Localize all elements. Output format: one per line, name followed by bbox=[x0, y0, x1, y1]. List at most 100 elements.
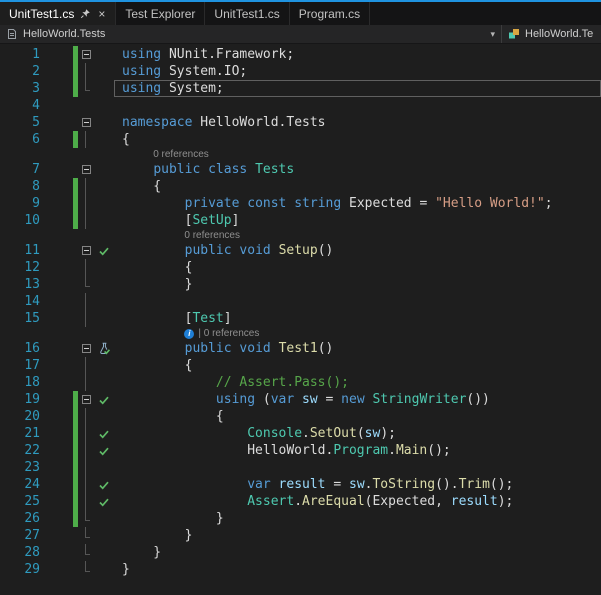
test-status-margin[interactable] bbox=[94, 340, 114, 357]
type-dropdown-label: HelloWorld.Te bbox=[525, 28, 594, 40]
code-text[interactable] bbox=[114, 293, 601, 310]
collapse-icon[interactable] bbox=[81, 344, 91, 353]
change-margin bbox=[44, 131, 78, 148]
outline-margin[interactable] bbox=[78, 114, 94, 131]
code-text[interactable]: } bbox=[114, 276, 601, 293]
code-text[interactable]: using System.IO; bbox=[114, 63, 601, 80]
codelens[interactable]: i | 0 references bbox=[0, 327, 601, 340]
close-icon[interactable]: × bbox=[97, 8, 106, 20]
code-text[interactable]: // Assert.Pass(); bbox=[114, 374, 601, 391]
type-dropdown[interactable]: HelloWorld.Te bbox=[502, 25, 601, 43]
collapse-icon[interactable] bbox=[81, 395, 91, 404]
test-status-margin[interactable] bbox=[94, 391, 114, 408]
test-passed-icon[interactable] bbox=[98, 479, 110, 491]
token: sw bbox=[364, 426, 381, 441]
tab-program-cs[interactable]: Program.cs bbox=[290, 2, 371, 25]
test-passed-icon[interactable] bbox=[98, 428, 110, 440]
tab-unittest1-cs[interactable]: UnitTest1.cs bbox=[205, 2, 290, 25]
code-text[interactable]: Console.SetOut(sw); bbox=[114, 425, 601, 442]
code-text[interactable]: [SetUp] bbox=[114, 212, 601, 229]
outline-margin[interactable] bbox=[78, 340, 94, 357]
code-text[interactable]: { bbox=[114, 131, 601, 148]
test-status-margin[interactable] bbox=[94, 425, 114, 442]
code-text[interactable]: { bbox=[114, 357, 601, 374]
tab-unittest1-cs[interactable]: UnitTest1.cs × bbox=[0, 2, 117, 25]
token: } bbox=[122, 511, 224, 526]
test-passed-icon[interactable] bbox=[98, 245, 110, 257]
test-passed-icon[interactable] bbox=[98, 394, 110, 406]
project-dropdown[interactable]: HelloWorld.Tests ▾ bbox=[0, 25, 501, 43]
code-text[interactable]: namespace HelloWorld.Tests bbox=[114, 114, 601, 131]
code-text[interactable] bbox=[114, 459, 601, 476]
test-status-margin[interactable] bbox=[94, 476, 114, 493]
token: ToString bbox=[372, 477, 436, 492]
codelens[interactable]: 0 references bbox=[0, 229, 601, 242]
line-number: 2 bbox=[32, 64, 40, 79]
code-text[interactable]: var result = sw.ToString().Trim(); bbox=[114, 476, 601, 493]
change-margin bbox=[44, 97, 78, 114]
token: public bbox=[153, 162, 201, 177]
pin-icon[interactable] bbox=[80, 8, 91, 19]
code-text[interactable]: HelloWorld.Program.Main(); bbox=[114, 442, 601, 459]
test-passed-icon[interactable] bbox=[98, 496, 110, 508]
outline-margin bbox=[78, 459, 94, 476]
code-text[interactable]: using System; bbox=[114, 80, 601, 97]
code-text[interactable]: { bbox=[114, 178, 601, 195]
collapse-icon[interactable] bbox=[81, 246, 91, 255]
collapse-icon[interactable] bbox=[81, 50, 91, 59]
code-line: 12 { bbox=[0, 259, 601, 276]
change-margin bbox=[44, 357, 78, 374]
outline-margin[interactable] bbox=[78, 391, 94, 408]
test-passed-icon[interactable] bbox=[98, 445, 110, 457]
codelens[interactable]: 0 references bbox=[0, 148, 601, 161]
test-status-margin[interactable] bbox=[94, 242, 114, 259]
change-margin bbox=[44, 310, 78, 327]
code-text[interactable]: using (var sw = new StringWriter()) bbox=[114, 391, 601, 408]
code-text[interactable] bbox=[114, 97, 601, 114]
outline-margin[interactable] bbox=[78, 161, 94, 178]
test-status-margin[interactable] bbox=[94, 442, 114, 459]
collapse-icon[interactable] bbox=[81, 118, 91, 127]
outline-margin bbox=[78, 510, 94, 527]
outline-guide-end bbox=[85, 544, 90, 555]
code-text[interactable]: } bbox=[114, 544, 601, 561]
code-text[interactable]: public void Test1() bbox=[114, 340, 601, 357]
tab-test-explorer[interactable]: Test Explorer bbox=[116, 2, 206, 25]
token: ( bbox=[356, 426, 365, 441]
code-text[interactable]: { bbox=[114, 259, 601, 276]
test-beaker-icon[interactable] bbox=[98, 342, 111, 355]
outline-margin bbox=[78, 493, 94, 510]
code-text[interactable]: public void Setup() bbox=[114, 242, 601, 259]
code-line: 3 using System; bbox=[0, 80, 601, 97]
code-text[interactable]: public class Tests bbox=[114, 161, 601, 178]
token: using bbox=[122, 81, 162, 96]
code-text[interactable]: } bbox=[114, 527, 601, 544]
test-status-margin bbox=[94, 276, 114, 293]
test-status-margin[interactable] bbox=[94, 493, 114, 510]
code-text[interactable]: [Test] bbox=[114, 310, 601, 327]
code-text[interactable]: } bbox=[114, 510, 601, 527]
test-status-margin bbox=[94, 459, 114, 476]
outline-guide bbox=[85, 63, 86, 80]
code-text[interactable]: private const string Expected = "Hello W… bbox=[114, 195, 601, 212]
chevron-down-icon[interactable]: ▾ bbox=[490, 29, 495, 40]
token: NUnit.Framework; bbox=[161, 47, 295, 62]
code-line: 25 Assert.AreEqual(Expected, result); bbox=[0, 493, 601, 510]
code-text[interactable]: using NUnit.Framework; bbox=[114, 46, 601, 63]
code-text[interactable]: { bbox=[114, 408, 601, 425]
collapse-icon[interactable] bbox=[81, 165, 91, 174]
code-text[interactable]: } bbox=[114, 561, 601, 578]
class-icon bbox=[508, 28, 520, 40]
outline-guide bbox=[85, 442, 86, 459]
token: var bbox=[270, 392, 295, 407]
outline-margin[interactable] bbox=[78, 242, 94, 259]
change-margin bbox=[44, 212, 78, 229]
code-text[interactable]: Assert.AreEqual(Expected, result); bbox=[114, 493, 601, 510]
change-margin bbox=[44, 425, 78, 442]
outline-guide bbox=[85, 408, 86, 425]
token: namespace bbox=[122, 115, 193, 130]
outline-margin[interactable] bbox=[78, 46, 94, 63]
code-line: 16 public void Test1() bbox=[0, 340, 601, 357]
